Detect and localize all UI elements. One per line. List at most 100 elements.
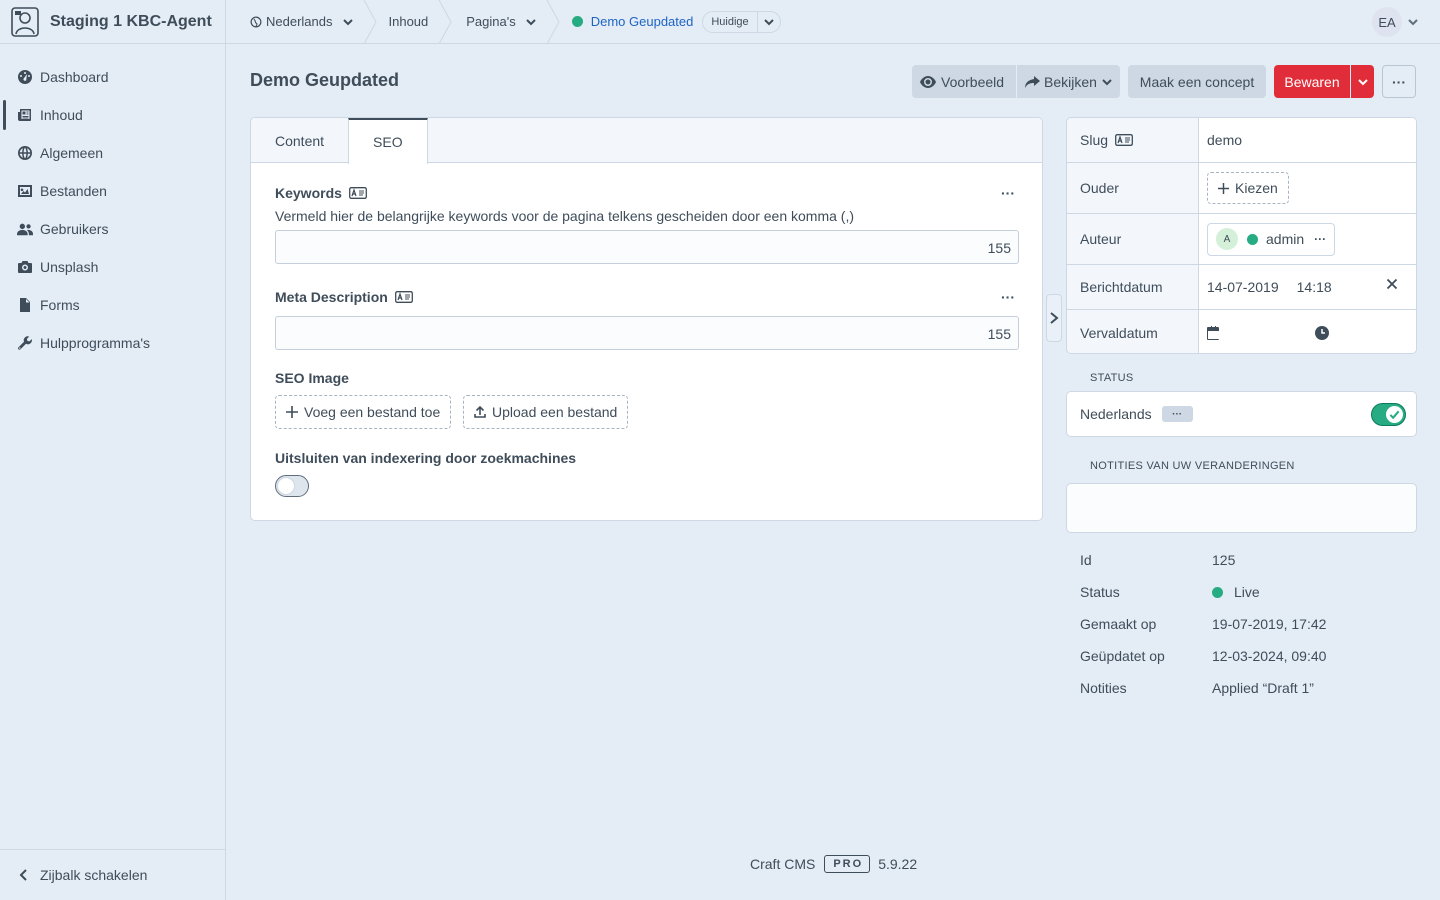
author-status-dot xyxy=(1247,233,1258,245)
field-actions-button[interactable]: ··· xyxy=(1001,185,1015,201)
users-icon xyxy=(16,220,34,238)
view-button[interactable]: Bekijken xyxy=(1017,65,1120,98)
author-chip[interactable]: A admin ··· xyxy=(1207,222,1336,256)
author-avatar: A xyxy=(1216,228,1238,250)
site-status-menu-button[interactable]: ··· xyxy=(1161,406,1193,422)
nav-item-utilities[interactable]: Hulpprogramma's xyxy=(0,324,225,362)
details-collapse-button[interactable] xyxy=(1046,294,1062,342)
site-status-label: Nederlands xyxy=(1080,406,1152,422)
field-actions-button[interactable]: ··· xyxy=(1001,289,1015,305)
nav-item-label: Bestanden xyxy=(40,183,107,199)
chevron-left-icon xyxy=(19,869,27,881)
file-icon xyxy=(16,296,34,314)
choose-parent-button[interactable]: Kiezen xyxy=(1207,172,1289,204)
noindex-toggle[interactable] xyxy=(275,475,309,497)
expiry-date-value xyxy=(1199,310,1416,353)
info-updated-row: Geüpdatet op 12-03-2024, 09:40 xyxy=(1080,648,1420,664)
translatable-icon xyxy=(394,291,413,303)
user-menu[interactable]: EA xyxy=(1372,7,1418,37)
sidebar-toggle-button[interactable]: Zijbalk schakelen xyxy=(0,849,225,900)
breadcrumb-entry-label: Demo Geupdated xyxy=(590,14,694,29)
preview-button[interactable]: Voorbeeld xyxy=(912,65,1016,98)
nav-item-unsplash[interactable]: Unsplash xyxy=(0,248,225,286)
nav-item-dashboard[interactable]: Dashboard xyxy=(0,58,225,96)
keywords-field: Keywords ··· Vermeld hier de belangrijke… xyxy=(275,185,1019,264)
keywords-input[interactable]: 155 xyxy=(275,230,1019,264)
noindex-field: Uitsluiten van indexering door zoekmachi… xyxy=(275,450,1019,466)
app-footer: Craft CMS PRO 5.9.22 xyxy=(750,855,917,873)
nav-item-label: Gebruikers xyxy=(40,221,109,237)
newspaper-icon xyxy=(16,106,34,124)
save-menu-button[interactable] xyxy=(1351,65,1374,98)
revision-menu-button[interactable] xyxy=(758,12,780,32)
ellipsis-icon: ··· xyxy=(1392,73,1406,90)
site-selector[interactable]: Nederlands xyxy=(226,0,363,44)
site-switcher[interactable]: Staging 1 KBC-Agent xyxy=(0,0,225,44)
parent-row: Ouder Kiezen xyxy=(1067,163,1416,214)
footer-version: 5.9.22 xyxy=(878,856,918,872)
image-icon xyxy=(16,182,34,200)
revision-notes-input[interactable] xyxy=(1066,483,1417,533)
tab-content[interactable]: Content xyxy=(251,118,348,163)
nav-item-label: Algemeen xyxy=(40,145,104,161)
chevron-down-icon xyxy=(1357,78,1368,85)
nav-item-label: Hulpprogramma's xyxy=(40,335,151,351)
nav-item-forms[interactable]: Forms xyxy=(0,286,225,324)
tab-seo[interactable]: SEO xyxy=(348,118,428,164)
save-label: Bewaren xyxy=(1284,73,1340,90)
meta-description-char-count: 155 xyxy=(987,326,1011,342)
nav-item-users[interactable]: Gebruikers xyxy=(0,210,225,248)
live-status-dot xyxy=(1212,586,1223,598)
add-file-button[interactable]: Voeg een bestand toe xyxy=(275,395,452,429)
breadcrumb-separator xyxy=(438,0,452,44)
entry-editor: Content SEO Keywords ··· Vermeld hier de… xyxy=(250,117,1043,521)
info-status-row: Status Live xyxy=(1080,584,1420,600)
revision-selector[interactable]: Huidige xyxy=(702,10,781,33)
avatar: EA xyxy=(1372,7,1402,37)
chevron-down-icon xyxy=(1102,78,1112,85)
site-logo-icon xyxy=(11,6,39,37)
info-created-row: Gemaakt op 19-07-2019, 17:42 xyxy=(1080,616,1420,632)
seo-image-label: SEO Image xyxy=(275,370,349,386)
site-name: Staging 1 KBC-Agent xyxy=(50,12,212,30)
notes-section-label: NOTITIES VAN UW VERANDERINGEN xyxy=(1090,460,1295,472)
breadcrumb-separator xyxy=(363,0,377,44)
footer-product: Craft CMS xyxy=(750,856,816,872)
author-actions-button[interactable]: ··· xyxy=(1314,232,1326,246)
slug-row: Slug demo xyxy=(1067,118,1416,163)
meta-description-field: Meta Description ··· 155 xyxy=(275,289,1019,350)
breadcrumb-content-label: Inhoud xyxy=(388,14,429,29)
sidebar-toggle-label: Zijbalk schakelen xyxy=(40,867,148,883)
site-enabled-toggle[interactable] xyxy=(1371,403,1406,426)
close-icon[interactable] xyxy=(1386,278,1398,290)
breadcrumb-pages[interactable]: Pagina's xyxy=(452,0,545,44)
edition-badge: PRO xyxy=(824,855,871,873)
nav-item-assets[interactable]: Bestanden xyxy=(0,172,225,210)
create-draft-label: Maak een concept xyxy=(1139,73,1255,90)
slug-input[interactable]: demo xyxy=(1199,118,1416,162)
upload-file-button[interactable]: Upload een bestand xyxy=(463,395,629,429)
post-date-input[interactable]: 14-07-2019 xyxy=(1207,279,1279,295)
page-title: Demo Geupdated xyxy=(250,70,400,90)
post-time-input[interactable]: 14:18 xyxy=(1297,279,1332,295)
seo-image-field: SEO Image xyxy=(275,370,1019,386)
keywords-label: Keywords xyxy=(275,185,1019,201)
author-label: Auteur xyxy=(1067,214,1199,264)
expiry-time-input[interactable] xyxy=(1315,323,1375,343)
nav-item-content[interactable]: Inhoud xyxy=(0,96,225,134)
more-actions-button[interactable]: ··· xyxy=(1382,65,1416,98)
save-button[interactable]: Bewaren xyxy=(1274,65,1350,98)
breadcrumb-content[interactable]: Inhoud xyxy=(377,0,439,44)
author-name: admin xyxy=(1266,231,1305,247)
nav-item-general[interactable]: Algemeen xyxy=(0,134,225,172)
breadcrumb-entry[interactable]: Demo Geupdated Huidige xyxy=(560,0,791,44)
expiry-date-input[interactable] xyxy=(1207,323,1307,343)
live-status-dot xyxy=(571,16,583,27)
info-notes-value: Applied “Draft 1” xyxy=(1212,680,1314,696)
info-updated-label: Geüpdatet op xyxy=(1080,648,1165,664)
create-draft-button[interactable]: Maak een concept xyxy=(1128,65,1266,98)
keywords-label-text: Keywords xyxy=(275,185,342,201)
tab-bar: Content SEO xyxy=(251,118,1042,164)
meta-description-input[interactable]: 155 xyxy=(275,316,1019,350)
parent-label: Ouder xyxy=(1067,163,1199,213)
